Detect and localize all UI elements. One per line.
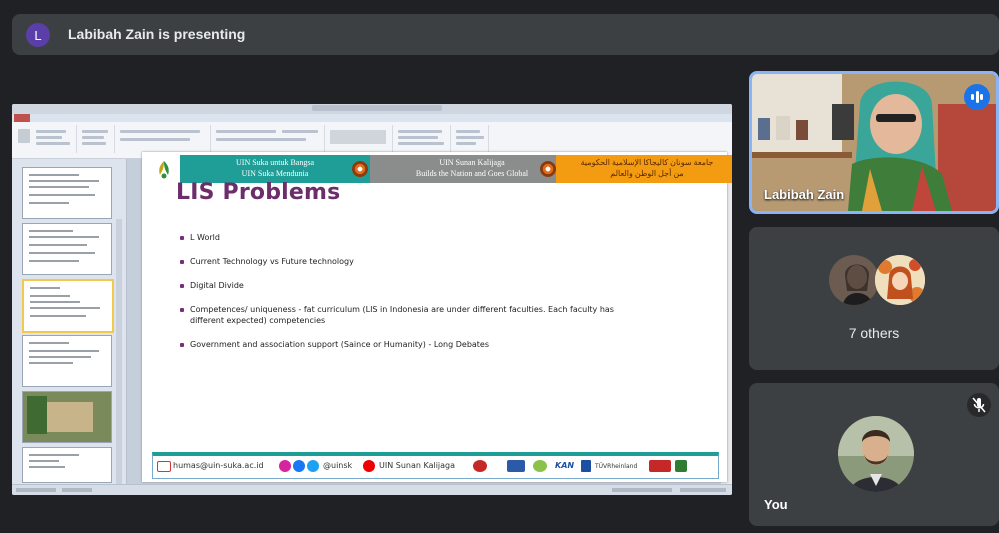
presenting-banner: L Labibah Zain is presenting (12, 14, 999, 55)
slide-thumb[interactable] (22, 335, 112, 387)
current-slide: UIN Suka untuk Bangsa UIN Suka Mendunia … (142, 152, 732, 482)
footer-youtube: UIN Sunan Kalijaga (379, 461, 456, 470)
footer-kan: KAN (555, 461, 575, 470)
slide-thumbnails-panel[interactable] (12, 159, 127, 495)
facebook-icon (293, 460, 305, 472)
footer-tuv: TÜVRheinland (595, 463, 638, 470)
youtube-icon (363, 460, 375, 472)
tuv-logo-icon (581, 460, 591, 472)
accreditation-logo-icon (473, 460, 487, 472)
slide-thumb[interactable] (22, 223, 112, 275)
mail-icon (157, 461, 171, 472)
mic-off-icon (967, 393, 991, 417)
header-left-text: UIN Suka untuk Bangsa UIN Suka Mendunia (236, 158, 314, 178)
accreditation-logo-icon (649, 460, 671, 472)
presenter-avatar: L (26, 23, 50, 47)
batik-ornament-icon (540, 161, 556, 177)
header-right-text: جامعة سونان كاليجاكا الإسلامية الحكومية … (580, 158, 714, 178)
uin-logo-icon (159, 161, 169, 179)
presenter-name: Labibah Zain (764, 187, 845, 202)
bullet-item: Digital Divide (180, 280, 650, 291)
bullet-list: L World Current Technology vs Future tec… (180, 232, 650, 363)
batik-ornament-icon (352, 161, 368, 177)
accreditation-logo-icon (533, 460, 547, 472)
slide-title: LIS Problems (176, 180, 341, 205)
footer-email: humas@uin-suka.ac.id (173, 461, 264, 470)
bullet-item: L World (180, 232, 650, 243)
accreditation-logo-icon (675, 460, 687, 472)
footer-social: @uinsk (323, 461, 353, 470)
self-name: You (764, 497, 788, 512)
bullet-item: Competences/ uniqueness - fat curriculum… (180, 304, 650, 326)
twitter-icon (307, 460, 319, 472)
thumbnails-scrollbar[interactable] (116, 219, 122, 495)
instagram-icon (279, 460, 291, 472)
header-middle-text: UIN Sunan Kalijaga Builds the Nation and… (415, 158, 529, 178)
presenter-tile[interactable]: Labibah Zain (749, 71, 999, 214)
participant-avatar (829, 255, 879, 305)
self-avatar (838, 416, 914, 492)
slide-thumb-photo[interactable] (22, 391, 112, 443)
presenting-text: Labibah Zain is presenting (68, 26, 246, 42)
ppt-ribbon-tabs (12, 114, 732, 122)
self-tile[interactable]: You (749, 383, 999, 526)
ppt-titlebar (12, 104, 732, 114)
shared-screen[interactable]: UIN Suka untuk Bangsa UIN Suka Mendunia … (12, 104, 732, 495)
accreditation-logo-icon (507, 460, 525, 472)
slide-thumb[interactable] (22, 447, 112, 483)
participant-avatar (875, 255, 925, 305)
slide-header: UIN Suka untuk Bangsa UIN Suka Mendunia … (152, 155, 732, 183)
bullet-item: Government and association support (Sain… (180, 339, 650, 350)
speaking-indicator-icon (964, 84, 990, 110)
bullet-item: Current Technology vs Future technology (180, 256, 650, 267)
ppt-statusbar (12, 484, 732, 495)
others-tile[interactable]: 7 others (749, 227, 999, 370)
slide-thumb-selected[interactable] (22, 279, 114, 333)
slide-footer: humas@uin-suka.ac.id @uinsk UIN Sunan Ka… (152, 452, 719, 479)
others-count: 7 others (848, 325, 900, 341)
slide-thumb[interactable] (22, 167, 112, 219)
